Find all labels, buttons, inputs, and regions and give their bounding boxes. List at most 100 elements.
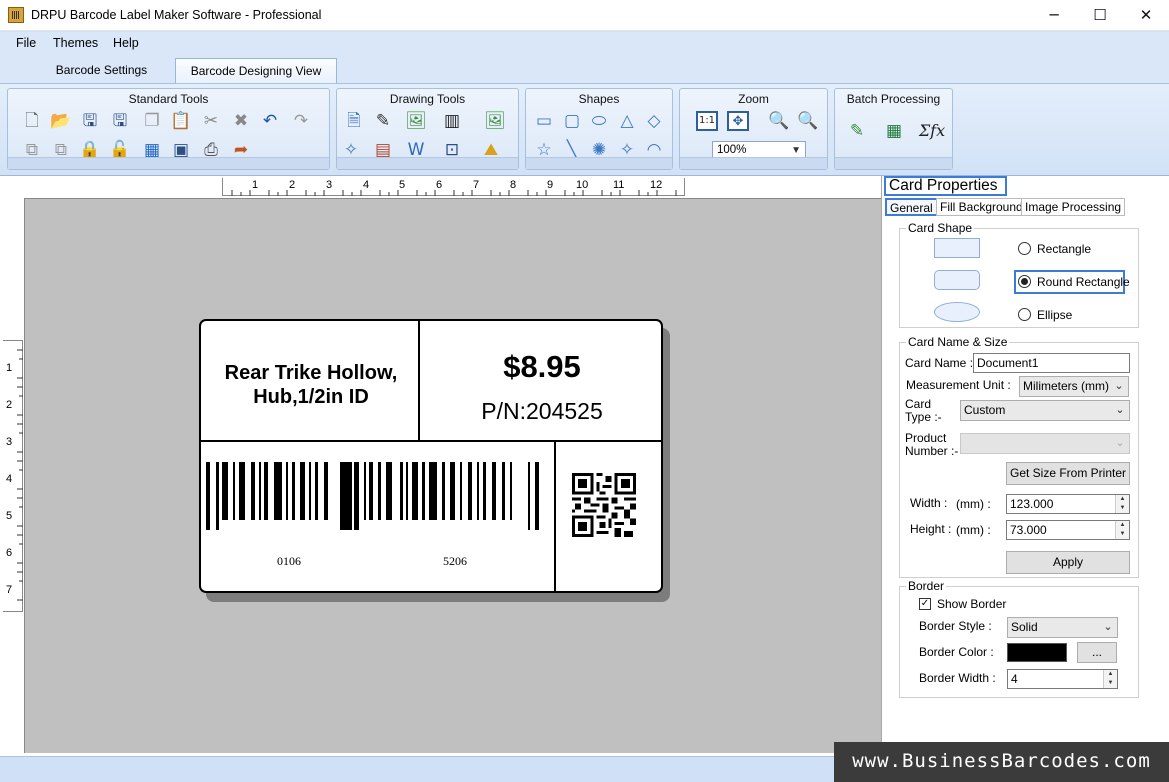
tab-barcode-settings[interactable]: Barcode Settings	[44, 58, 159, 83]
product-name[interactable]: Rear Trike Hollow, Hub,1/2in ID	[201, 361, 421, 409]
formula-icon[interactable]: Σfx	[917, 120, 947, 142]
barcode-digits-right: 5206	[443, 554, 467, 568]
border-style-label: Border Style :	[919, 619, 992, 633]
tab-general[interactable]: General	[885, 198, 938, 216]
barcode-linear[interactable]	[206, 462, 546, 532]
cut-icon[interactable]: ✂	[200, 110, 222, 132]
radio-ellipse[interactable]	[1018, 308, 1031, 321]
height-unit-label: (mm) :	[956, 523, 991, 537]
radio-rectangle-label[interactable]: Rectangle	[1037, 242, 1091, 256]
border-color-label: Border Color :	[919, 645, 994, 659]
qr-code[interactable]	[572, 473, 636, 537]
spinner-arrows-icon[interactable]: ▲ ▼	[1115, 495, 1129, 513]
save-icon[interactable]: 🖫	[79, 110, 101, 132]
group-footer	[8, 157, 329, 169]
height-label: Height :	[910, 522, 952, 536]
show-border-label[interactable]: Show Border	[937, 598, 1006, 611]
maximize-button[interactable]: ☐	[1077, 0, 1123, 31]
card-name-input[interactable]: Document1	[973, 353, 1130, 373]
watermark: www.BusinessBarcodes.com	[834, 742, 1169, 782]
pencil-icon[interactable]: ✎	[372, 110, 394, 132]
paste-icon[interactable]: 📋	[170, 110, 192, 132]
border-width-input[interactable]: 4 ▲ ▼	[1007, 669, 1118, 689]
radio-round-rectangle-label[interactable]: Round Rectangle	[1037, 275, 1130, 289]
ruler-tick-label: 2	[6, 399, 13, 411]
ruler-tick-label: 5	[6, 510, 13, 522]
minimize-button[interactable]: ─	[1031, 0, 1077, 31]
round-rectangle-icon[interactable]: ▢	[561, 110, 583, 132]
text-icon[interactable]: 🗎	[343, 110, 365, 132]
border-color-swatch[interactable]	[1007, 643, 1067, 662]
height-value: 73.000	[1010, 523, 1047, 537]
show-border-checkbox[interactable]: ✓	[919, 598, 931, 610]
radio-ellipse-label[interactable]: Ellipse	[1037, 308, 1072, 322]
zoom-out-icon[interactable]: 🔍	[797, 110, 819, 132]
group-title: Batch Processing	[846, 92, 941, 106]
ruler-tick-label: 9	[547, 179, 554, 191]
triangle-icon[interactable]: △	[616, 110, 638, 132]
chevron-down-icon: ⌄	[1112, 377, 1126, 396]
get-size-from-printer-button[interactable]: Get Size From Printer	[1006, 462, 1130, 485]
card-type-value: Custom	[964, 403, 1006, 417]
copy-icon[interactable]: ❐	[141, 110, 163, 132]
delete-icon[interactable]: ✖	[230, 110, 252, 132]
tab-fill-background[interactable]: Fill Background	[936, 198, 1027, 216]
menu-file[interactable]: File	[16, 36, 36, 50]
card-shape-group: Card Shape Rectangle Round Rectangle Ell…	[899, 221, 1139, 328]
save-as-icon[interactable]: 🖫	[109, 110, 131, 132]
width-label: Width :	[910, 496, 948, 510]
rectangle-preview	[934, 238, 980, 258]
excel-import-icon[interactable]: ▦	[883, 120, 905, 142]
price[interactable]: $8.95	[421, 349, 661, 385]
barcode-label[interactable]: Rear Trike Hollow, Hub,1/2in ID $8.95 P/…	[199, 319, 663, 593]
part-number[interactable]: P/N:204525	[421, 398, 661, 425]
diamond-icon[interactable]: ◇	[643, 110, 665, 132]
card-type-select[interactable]: Custom ⌄	[960, 400, 1130, 421]
group-title: Drawing Tools	[389, 92, 466, 106]
tab-image-processing[interactable]: Image Processing	[1021, 198, 1126, 216]
fit-to-window-icon[interactable]: ✥	[727, 111, 749, 131]
redo-icon[interactable]: ↷	[290, 110, 312, 132]
width-input[interactable]: 123.000 ▲ ▼	[1006, 494, 1130, 514]
barcode-digits-left: 0106	[277, 554, 301, 568]
zoom-in-icon[interactable]: 🔍	[768, 110, 790, 132]
image-library-icon[interactable]: 🖼	[484, 110, 506, 132]
batch-edit-icon[interactable]: ✎	[846, 120, 868, 142]
radio-round-rectangle[interactable]	[1018, 275, 1031, 288]
new-icon[interactable]: 🗋	[21, 110, 43, 132]
measurement-unit-select[interactable]: Milimeters (mm) ⌄	[1019, 376, 1129, 397]
design-canvas: 1 2 3 4 5 6 7 8 9 10 11 12 1 2 3 4 5 6 7…	[0, 176, 881, 756]
panel-title: Card Properties	[884, 176, 1007, 196]
round-rectangle-preview	[934, 270, 980, 290]
border-style-select[interactable]: Solid ⌄	[1007, 617, 1118, 638]
group-drawing-tools: Drawing Tools 🗎 ✎ 🖼 ▥ 🖼 ✧ ▤ W ⊡ ⛰	[336, 88, 519, 170]
menu-help[interactable]: Help	[113, 36, 139, 50]
radio-rectangle[interactable]	[1018, 242, 1031, 255]
horizontal-ruler: 1 2 3 4 5 6 7 8 9 10 11 12	[222, 178, 685, 196]
ruler-tick-label: 4	[6, 473, 13, 485]
border-group: Border ✓ Show Border Border Style : Soli…	[899, 579, 1139, 698]
close-button[interactable]: ✕	[1123, 0, 1169, 31]
ellipse-icon[interactable]: ⬭	[588, 110, 610, 132]
undo-icon[interactable]: ↶	[259, 110, 281, 132]
picture-icon[interactable]: 🖼	[405, 110, 427, 132]
group-footer	[337, 157, 518, 169]
card-type-label-line2: Type :-	[905, 410, 942, 424]
menu-themes[interactable]: Themes	[53, 36, 98, 50]
spinner-arrows-icon[interactable]: ▲ ▼	[1115, 521, 1129, 539]
rectangle-icon[interactable]: ▭	[533, 110, 555, 132]
open-icon[interactable]: 📂	[50, 110, 72, 132]
tab-barcode-designing-view[interactable]: Barcode Designing View	[175, 58, 337, 83]
apply-button[interactable]: Apply	[1006, 551, 1130, 574]
app-icon	[8, 7, 24, 23]
actual-size-icon[interactable]: 1:1	[696, 111, 718, 131]
product-number-select[interactable]: ⌄	[960, 433, 1130, 454]
product-number-label-line2: Number :-	[905, 444, 959, 458]
label-divider	[201, 440, 661, 442]
ruler-tick-label: 3	[6, 436, 13, 448]
width-unit-label: (mm) :	[956, 497, 991, 511]
spinner-arrows-icon[interactable]: ▲ ▼	[1103, 670, 1117, 688]
barcode-icon[interactable]: ▥	[441, 110, 463, 132]
height-input[interactable]: 73.000 ▲ ▼	[1006, 520, 1130, 540]
border-color-picker-button[interactable]: ...	[1077, 642, 1117, 663]
